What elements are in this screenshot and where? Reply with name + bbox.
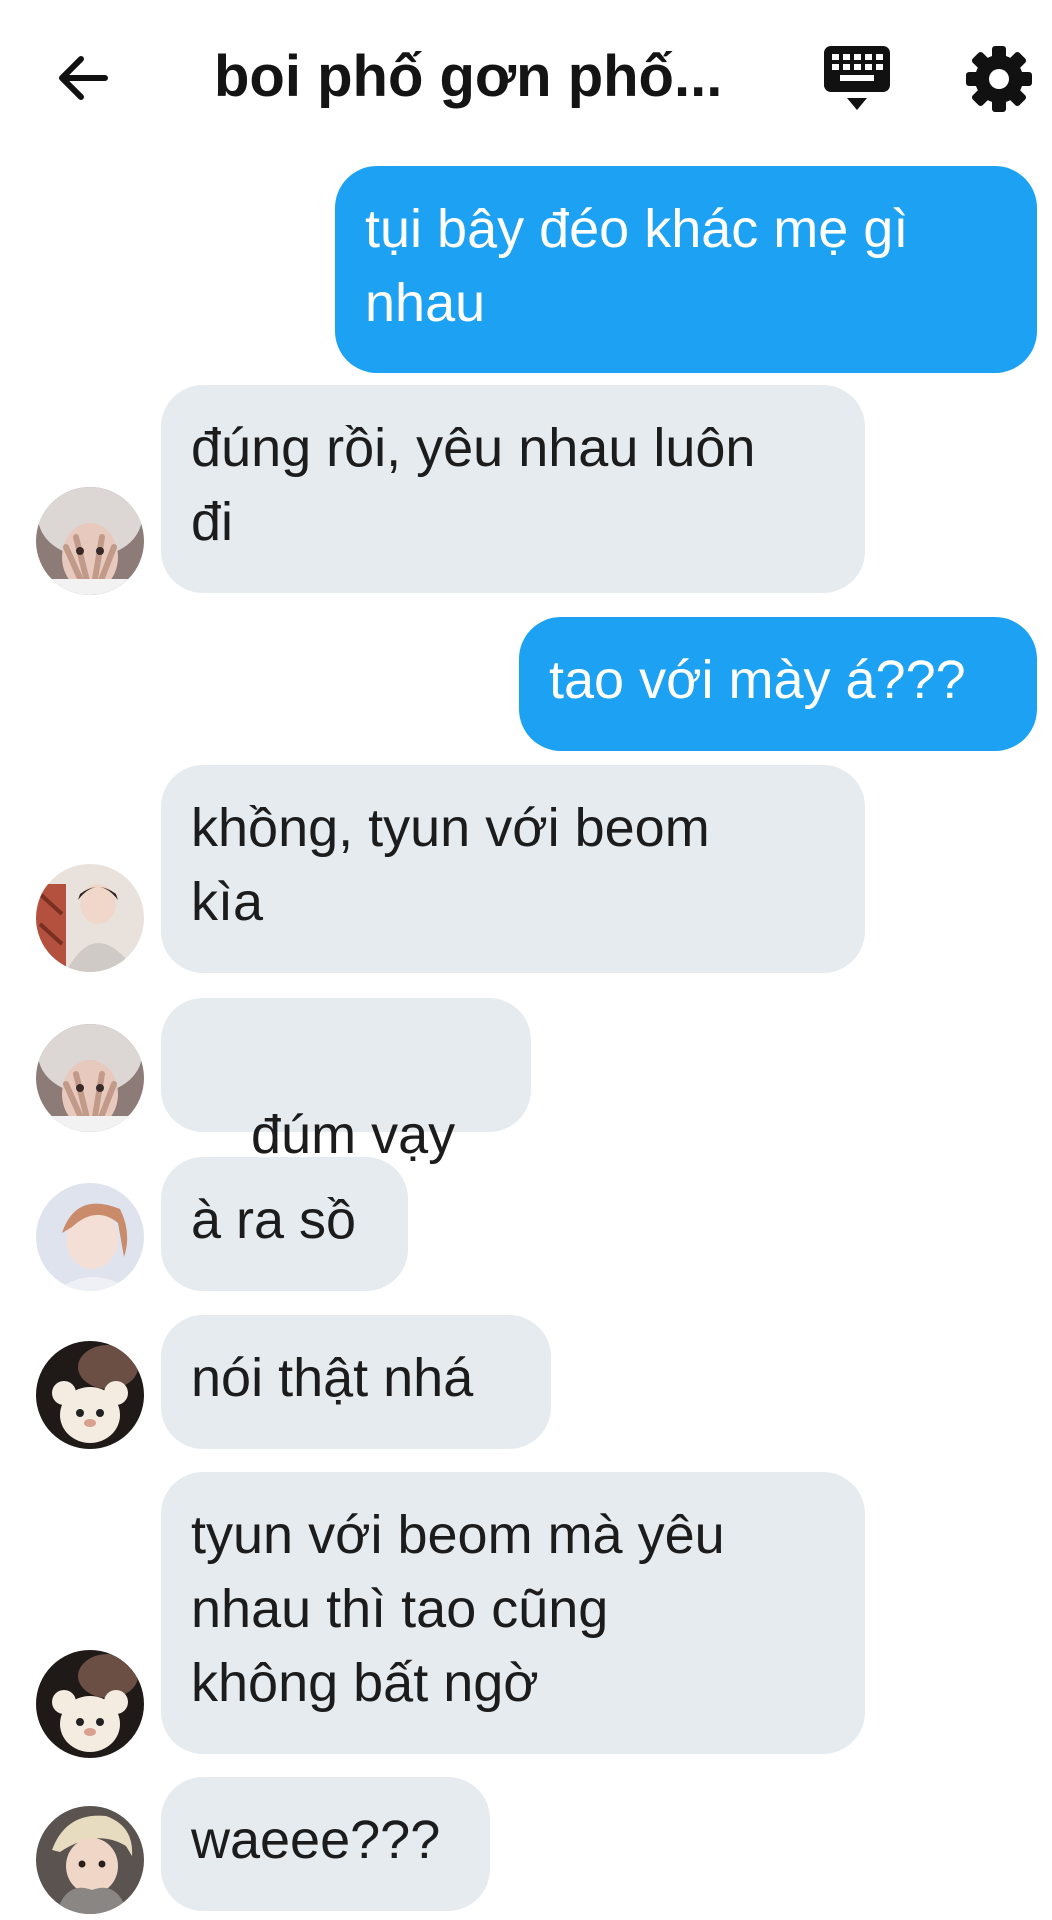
avatar[interactable] [36,1341,144,1449]
avatar[interactable] [36,864,144,972]
avatar-boy-sitting [36,864,144,972]
incoming-message[interactable]: khồng, tyun với beom kìa [161,765,865,973]
incoming-message[interactable]: waeee??? [161,1777,490,1911]
avatar[interactable] [36,1183,144,1291]
back-button[interactable] [50,45,116,111]
avatar-blond-boy [36,1806,144,1914]
avatar[interactable] [36,487,144,595]
incoming-message[interactable]: nói thật nhá [161,1315,551,1449]
arrow-left-icon [59,56,108,100]
chat-header: boi phố gơn phố... [0,0,1052,150]
avatar-hands-face [36,1024,144,1132]
avatar[interactable] [36,1806,144,1914]
incoming-message[interactable]: đúng rồi, yêu nhau luôn đi [161,385,865,593]
incoming-message[interactable]: à ra sồ [161,1157,408,1291]
incoming-message[interactable]: đúm vạy [161,998,531,1239]
incoming-message[interactable]: tyun với beom mà yêu nhau thì tao cũng k… [161,1472,865,1754]
conversation-title: boi phố gơn phố... [214,44,723,109]
gear-icon [966,46,1032,112]
outgoing-message[interactable]: tao với mày á??? [519,617,1037,751]
keyboard-button[interactable] [820,44,894,114]
avatar-light-hair [36,1183,144,1291]
avatar[interactable] [36,1024,144,1132]
avatar-plush-toy [36,1341,144,1449]
keyboard-icon [824,46,890,110]
settings-button[interactable] [964,44,1034,114]
outgoing-message[interactable]: tụi bây đéo khác mẹ gì nhau [335,166,1037,373]
avatar-plush-toy [36,1650,144,1758]
message-text: đúm vạy [251,1105,456,1165]
avatar-hands-face [36,487,144,595]
avatar[interactable] [36,1650,144,1758]
